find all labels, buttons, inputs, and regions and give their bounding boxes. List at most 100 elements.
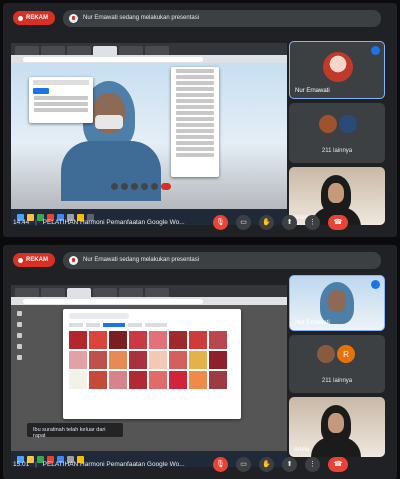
presentation-text: Nur Ernawati sedang melakukan presentasi (83, 257, 200, 263)
image-thumb[interactable] (69, 371, 87, 389)
raise-hand-icon[interactable]: ✋ (259, 457, 274, 472)
meeting-controls: 🎙 ▭ ✋ ⬆ ⋮ ☎ (213, 215, 348, 230)
meeting-title: PELATIHAN Harmoni Pemanfaatan Google Wo.… (42, 461, 185, 468)
mic-off-icon[interactable]: 🎙 (213, 457, 228, 472)
image-thumb[interactable] (109, 351, 127, 369)
participant-tile-presenter[interactable]: Nur Ernawati (289, 275, 385, 331)
record-button[interactable]: REKAM (13, 11, 55, 25)
self-face (328, 183, 344, 203)
url-field (23, 56, 203, 62)
cam-tool-icon (161, 182, 171, 190)
mic-off-icon[interactable]: 🎙 (213, 215, 228, 230)
popup-line (34, 108, 88, 112)
image-thumb[interactable] (209, 371, 227, 389)
image-thumb[interactable] (89, 331, 107, 349)
more-icon[interactable]: ⋮ (305, 215, 320, 230)
dialog-tab (69, 323, 83, 327)
image-thumb[interactable] (209, 351, 227, 369)
cam-tool-icon (131, 182, 138, 190)
meeting-controls: 🎙 ▭ ✋ ⬆ ⋮ ☎ (213, 457, 348, 472)
presentation-banner[interactable]: Nur Ernawati sedang melakukan presentasi (63, 251, 381, 269)
meet-screenshot-2: REKAM Nur Ernawati sedang melakukan pres… (3, 245, 397, 479)
participant-tile-others[interactable]: R 211 lainnya (289, 335, 385, 393)
image-thumb[interactable] (149, 351, 167, 369)
image-thumb[interactable] (189, 331, 207, 349)
presenter-mask (95, 115, 123, 129)
speaking-icon (371, 46, 380, 55)
image-thumb[interactable] (149, 331, 167, 349)
raise-hand-icon[interactable]: ✋ (259, 215, 274, 230)
browser-tab (41, 46, 65, 55)
menu-item (176, 87, 214, 91)
dialog-tab (145, 323, 167, 327)
image-thumb[interactable] (109, 371, 127, 389)
account-popup (29, 77, 93, 123)
shared-camera-view (11, 63, 287, 209)
presentation-icon (69, 255, 78, 265)
menu-item (176, 153, 214, 157)
other-avatar (317, 345, 335, 363)
notification-text: Ibu suratinah telah keluar dari rapat (33, 427, 106, 439)
image-thumb[interactable] (129, 371, 147, 389)
image-thumb[interactable] (129, 351, 147, 369)
more-icon[interactable]: ⋮ (305, 457, 320, 472)
image-thumb[interactable] (69, 351, 87, 369)
others-count: 211 lainnya (321, 378, 353, 384)
camera-toolbar (111, 181, 195, 191)
browser-tab-active (93, 46, 117, 55)
image-grid (69, 331, 235, 389)
menu-item (176, 75, 214, 79)
participant-tile-others[interactable]: 211 lainnya (289, 103, 385, 163)
menu-item (176, 81, 214, 85)
image-thumb[interactable] (189, 351, 207, 369)
self-face (328, 413, 344, 433)
presentation-banner[interactable]: Nur Ernawati sedang melakukan presentasi (63, 9, 381, 27)
browser-tab (145, 288, 169, 297)
self-video-tile[interactable]: Anela (289, 397, 385, 457)
dialog-tabs (69, 323, 235, 327)
browser-tab-active (67, 288, 91, 297)
dialog-tab (86, 323, 100, 327)
image-thumb[interactable] (129, 331, 147, 349)
image-thumb[interactable] (169, 371, 187, 389)
browser-tab (41, 288, 65, 297)
other-avatar (319, 115, 337, 133)
menu-item (176, 93, 214, 97)
participant-left-notification: Ibu suratinah telah keluar dari rapat (27, 423, 123, 439)
image-thumb[interactable] (209, 331, 227, 349)
present-icon[interactable]: ⬆ (282, 457, 297, 472)
browser-tab (119, 288, 143, 297)
menu-item (176, 69, 214, 73)
meet-topbar: REKAM Nur Ernawati sedang melakukan pres… (3, 3, 397, 33)
info-separator: | (35, 461, 37, 468)
others-count: 211 lainnya (321, 148, 353, 154)
record-button[interactable]: REKAM (13, 253, 55, 267)
image-thumb[interactable] (169, 331, 187, 349)
image-thumb[interactable] (169, 351, 187, 369)
hang-up-icon[interactable]: ☎ (328, 215, 348, 230)
browser-tab (145, 46, 169, 55)
browser-tab (93, 288, 117, 297)
menu-item (176, 99, 214, 103)
camera-off-icon[interactable]: ▭ (236, 215, 251, 230)
tool-icon (16, 355, 22, 360)
image-thumb[interactable] (89, 351, 107, 369)
image-thumb[interactable] (109, 331, 127, 349)
self-name: Anela (294, 447, 310, 453)
participant-name: Nur Ernawati (295, 320, 330, 326)
hang-up-icon[interactable]: ☎ (328, 457, 348, 472)
browser-tab (67, 46, 91, 55)
present-icon[interactable]: ⬆ (282, 215, 297, 230)
camera-off-icon[interactable]: ▭ (236, 457, 251, 472)
docs-left-toolbar (15, 311, 23, 431)
meet-topbar: REKAM Nur Ernawati sedang melakukan pres… (3, 245, 397, 275)
tool-icon (16, 344, 22, 349)
participant-tile-presenter[interactable]: Nur Ernawati (289, 41, 385, 99)
meeting-time: 15.01 (13, 461, 30, 468)
image-thumb[interactable] (89, 371, 107, 389)
image-thumb[interactable] (149, 371, 167, 389)
image-thumb[interactable] (69, 331, 87, 349)
image-thumb[interactable] (189, 371, 207, 389)
menu-item (176, 141, 214, 145)
tool-icon (16, 311, 22, 316)
